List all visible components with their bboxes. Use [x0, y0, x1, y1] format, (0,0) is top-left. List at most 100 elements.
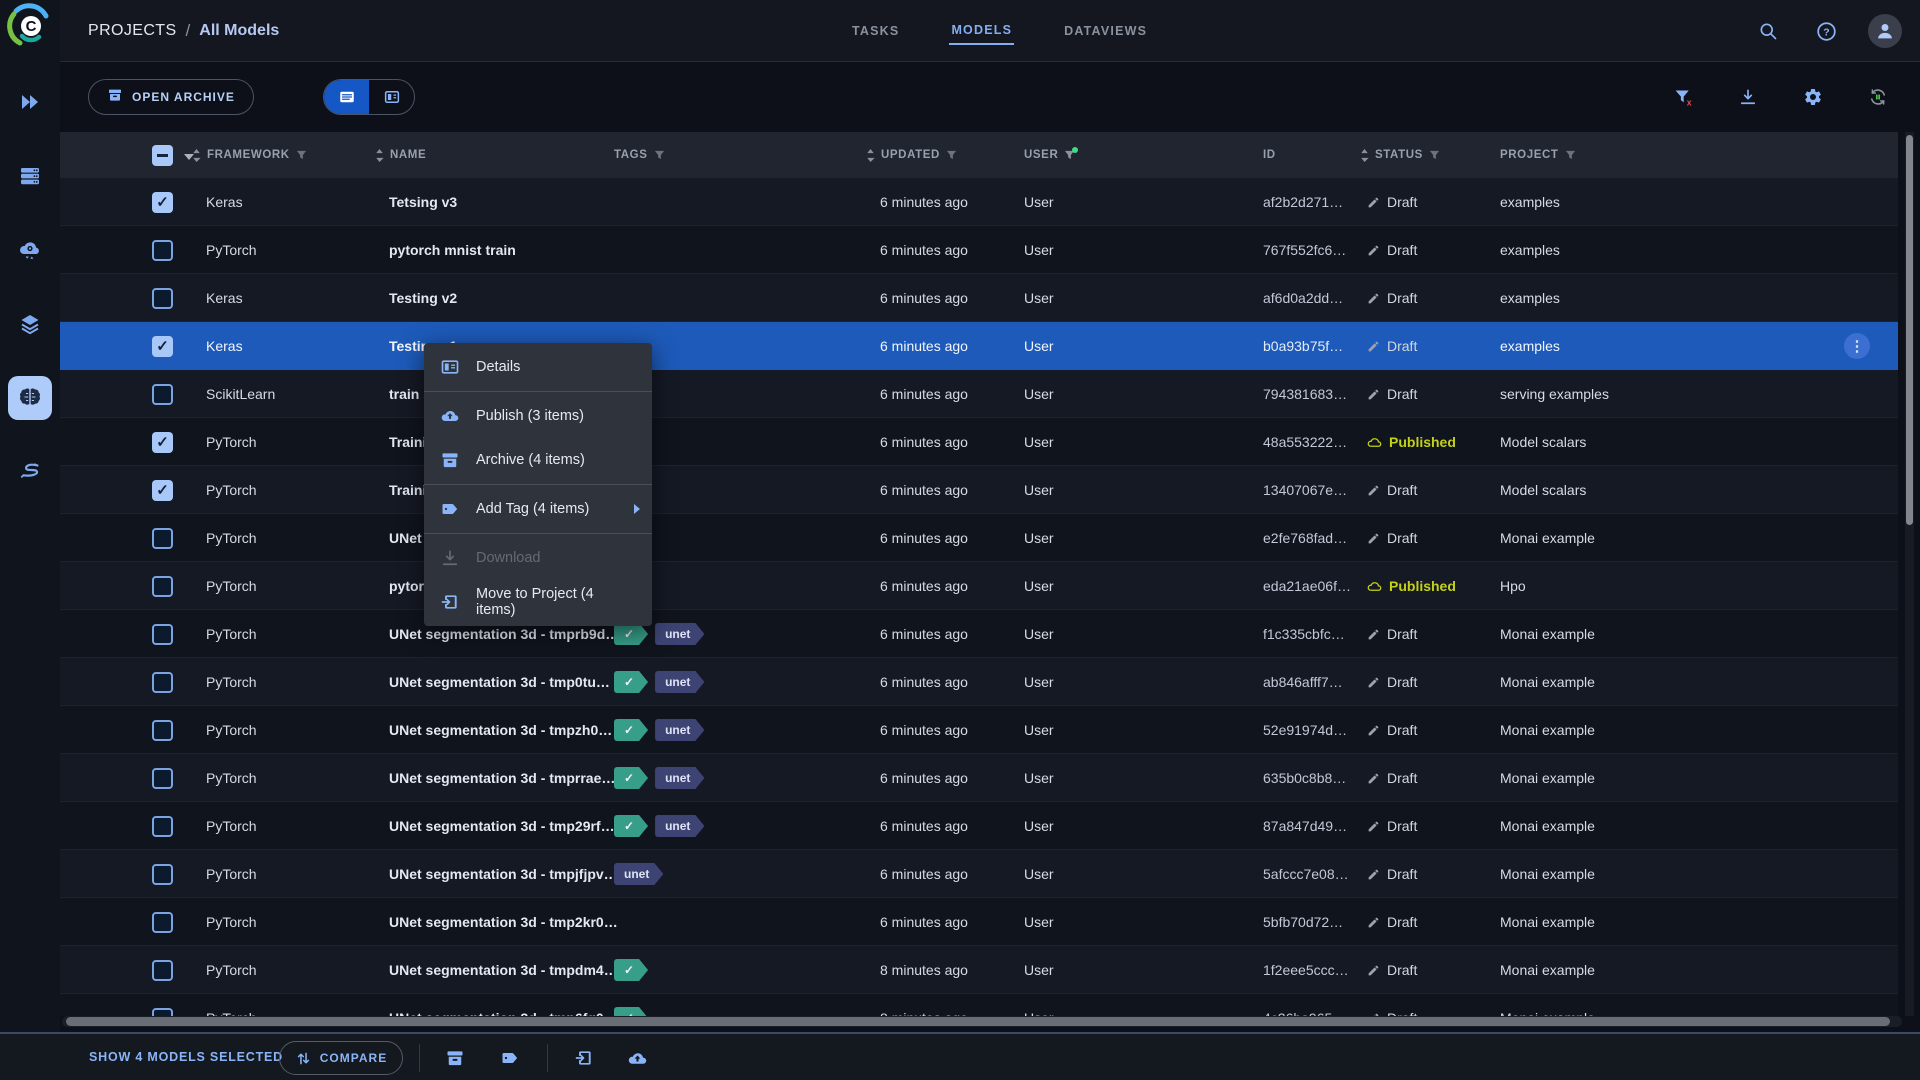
row-checkbox[interactable]	[152, 911, 173, 933]
row-checkbox[interactable]	[152, 575, 173, 597]
sidebar-item-pipelines[interactable]	[8, 450, 52, 494]
filter-icon	[654, 150, 665, 161]
filter-icon	[296, 150, 307, 161]
column-header-updated[interactable]: UPDATED	[866, 132, 957, 178]
sidebar-item-cloud-autoscaler[interactable]	[8, 228, 52, 272]
compare-button[interactable]: COMPARE	[279, 1041, 403, 1075]
svg-text:?: ?	[1823, 26, 1829, 38]
footer-move-to-project-icon[interactable]	[567, 1041, 601, 1075]
column-header-user[interactable]: USER	[1024, 132, 1079, 178]
row-name: UNet segmentation 3d - tmp29rf…	[389, 818, 615, 834]
column-header-name[interactable]: NAME	[375, 132, 426, 178]
menu-item-download[interactable]: Download	[424, 536, 652, 580]
table-row[interactable]: Keras Testing v2 6 minutes ago User af6d0a2d…	[60, 274, 1898, 322]
row-framework: PyTorch	[206, 962, 257, 978]
row-checkbox[interactable]	[152, 959, 173, 981]
row-context-menu-button[interactable]: ⋮	[1844, 333, 1870, 359]
open-archive-button[interactable]: OPEN ARCHIVE	[88, 79, 254, 115]
help-icon[interactable]: ?	[1810, 15, 1842, 47]
breadcrumb-projects[interactable]: PROJECTS	[88, 22, 177, 40]
footer-add-tag-icon[interactable]	[493, 1041, 527, 1075]
footer-archive-icon[interactable]	[438, 1041, 472, 1075]
clearml-logo-icon[interactable]: C	[6, 2, 54, 50]
row-checkbox[interactable]: ✓	[152, 431, 173, 453]
row-checkbox[interactable]	[152, 623, 173, 645]
row-checkbox-cell	[152, 226, 173, 274]
row-checkbox[interactable]	[152, 1007, 173, 1016]
menu-item-add-tag[interactable]: Add Tag (4 items)	[424, 487, 652, 531]
download-table-icon[interactable]	[1732, 81, 1764, 113]
column-header-status[interactable]: STATUS	[1360, 132, 1440, 178]
tab-dataviews[interactable]: DATAVIEWS	[1062, 18, 1149, 44]
row-checkbox[interactable]	[152, 863, 173, 885]
column-header-tags[interactable]: TAGS	[614, 132, 665, 178]
sidebar-item-models[interactable]	[8, 376, 52, 420]
row-checkbox[interactable]	[152, 287, 173, 309]
sidebar-item-datasets[interactable]	[8, 302, 52, 346]
horizontal-scrollbar-thumb[interactable]	[66, 1017, 1890, 1026]
table-row[interactable]: PyTorch UNet segmentation 3d - tmprb9d… ✓ u…	[60, 610, 1898, 658]
row-checkbox[interactable]: ✓	[152, 191, 173, 213]
row-name: Testing v2	[389, 290, 458, 306]
sidebar-item-workers-queues[interactable]	[8, 154, 52, 198]
auto-refresh-icon[interactable]	[1862, 81, 1894, 113]
row-checkbox[interactable]: ✓	[152, 479, 173, 501]
vertical-scrollbar-track[interactable]	[1905, 132, 1914, 1016]
show-selected-button[interactable]: SHOW 4 MODELS SELECTED	[89, 1050, 283, 1064]
footer-publish-icon[interactable]	[620, 1041, 654, 1075]
draft-pencil-icon	[1368, 677, 1379, 687]
row-checkbox[interactable]: ✓	[152, 335, 173, 357]
row-checkbox[interactable]	[152, 239, 173, 261]
tag-badge-checked: ✓	[614, 671, 648, 693]
row-checkbox[interactable]	[152, 767, 173, 789]
row-checkbox[interactable]	[152, 527, 173, 549]
column-header-id[interactable]: ID	[1263, 132, 1276, 178]
menu-item-move-to-project[interactable]: Move to Project (4 items)	[424, 580, 652, 624]
table-row[interactable]: PyTorch UNet segmentation 3d - tmpdm4… ✓ 8 …	[60, 946, 1898, 994]
menu-divider	[424, 484, 652, 485]
row-id: af2b2d271…	[1263, 194, 1344, 210]
column-header-project[interactable]: PROJECT	[1500, 132, 1576, 178]
table-row[interactable]: PyTorch pytorch mnist train 6 minutes ago U…	[60, 226, 1898, 274]
table-row[interactable]: PyTorch UNet segmentation 3d - tmp2kr0… 6 …	[60, 898, 1898, 946]
table-row[interactable]: PyTorch UNet segmentation 3d - tmp29rf… ✓ u…	[60, 802, 1898, 850]
table-row[interactable]: ✓KerasTesting v16 minutes agoUserb0a93b7…	[60, 322, 1898, 370]
table-row[interactable]: ✓ Keras Tetsing v3 6 minutes ago User af2b2d2…	[60, 178, 1898, 226]
table-row[interactable]: PyTorch UNet segmentation 3d - tmprrae… ✓ u…	[60, 754, 1898, 802]
sidebar-item-projects[interactable]	[8, 80, 52, 124]
vertical-scrollbar-thumb[interactable]	[1906, 135, 1913, 525]
tab-models[interactable]: MODELS	[949, 17, 1015, 45]
select-all-checkbox[interactable]	[152, 145, 173, 166]
column-header-framework[interactable]: FRAMEWORK	[192, 132, 307, 178]
row-checkbox-cell: ✓	[152, 418, 173, 466]
row-checkbox[interactable]	[152, 815, 173, 837]
tag-badge: unet	[655, 815, 704, 837]
table-row[interactable]: ✓PyTorchTraining v36 minutes agoUser1340…	[60, 466, 1898, 514]
row-checkbox[interactable]	[152, 383, 173, 405]
table-view-toggle[interactable]	[324, 80, 369, 114]
table-row[interactable]: PyTorchpytorch mnist tr6 minutes agoUser…	[60, 562, 1898, 610]
table-row[interactable]: PyTorch UNet segmentation 3d - tmpjfjpv… u…	[60, 850, 1898, 898]
table-row[interactable]: PyTorch UNet segmentation 3d - tmp0tu… ✓ un…	[60, 658, 1898, 706]
archive-icon	[442, 453, 458, 468]
tab-tasks[interactable]: TASKS	[850, 18, 901, 44]
menu-item-archive[interactable]: Archive (4 items)	[424, 438, 652, 482]
menu-item-details[interactable]: Details	[424, 345, 652, 389]
table-row[interactable]: PyTorchUNet segmentat6 minutes agoUsere2…	[60, 514, 1898, 562]
card-view-toggle[interactable]	[369, 80, 414, 114]
row-updated: 6 minutes ago	[880, 626, 968, 642]
row-updated: 6 minutes ago	[880, 194, 968, 210]
settings-gear-icon[interactable]	[1797, 81, 1829, 113]
table-row[interactable]: PyTorch UNet segmentation 3d - tmp6fg0 ✓ 8 …	[60, 994, 1898, 1016]
table-row[interactable]: PyTorch UNet segmentation 3d - tmpzh0… ✓ un…	[60, 706, 1898, 754]
row-status: Draft	[1367, 370, 1417, 418]
row-checkbox[interactable]	[152, 671, 173, 693]
menu-item-publish[interactable]: Publish (3 items)	[424, 394, 652, 438]
table-row[interactable]: ✓PyTorchTraining v46 minutes agoUser48a5…	[60, 418, 1898, 466]
search-icon[interactable]	[1752, 15, 1784, 47]
clear-filters-icon[interactable]: x	[1667, 81, 1699, 113]
row-checkbox[interactable]	[152, 719, 173, 741]
horizontal-scrollbar-track[interactable]	[62, 1016, 1902, 1027]
table-row[interactable]: ScikitLearntrain sklearn mo6 minutes ago…	[60, 370, 1898, 418]
user-avatar[interactable]	[1868, 14, 1902, 48]
